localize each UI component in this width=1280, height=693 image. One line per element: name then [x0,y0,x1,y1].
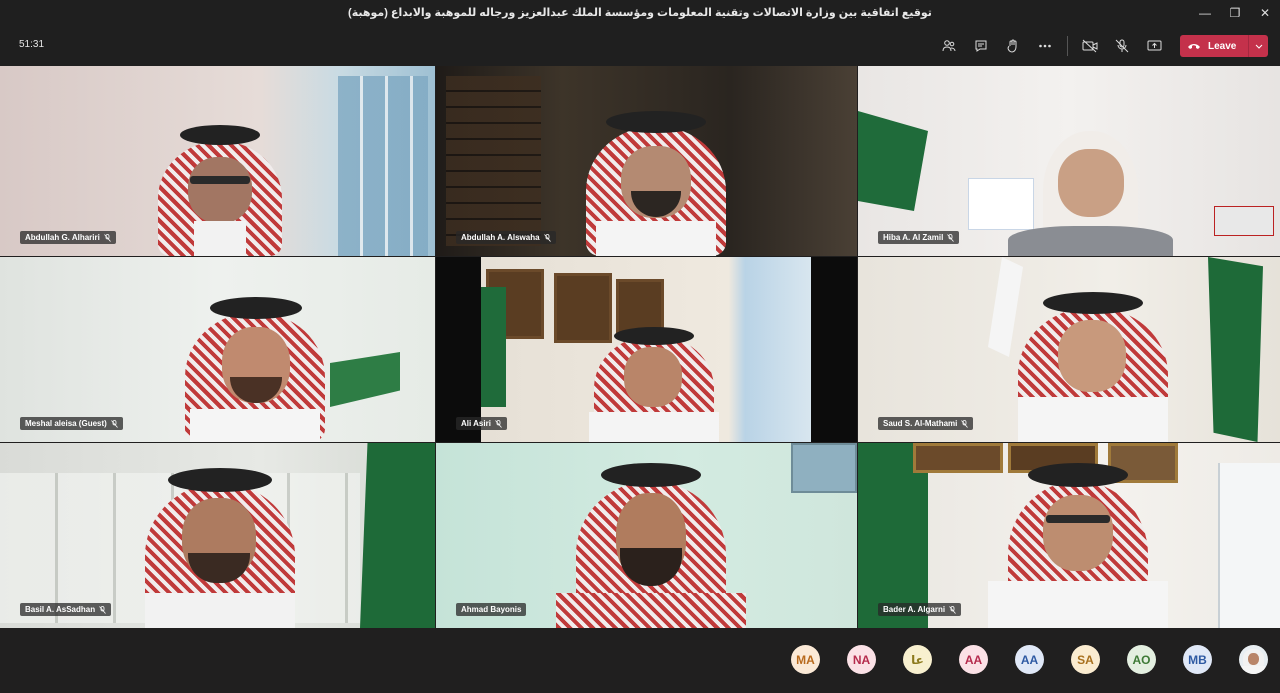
avatar-initials: SA [1077,652,1094,667]
mic-off-icon [104,233,111,242]
participant-name: Meshal aleisa (Guest) [25,419,107,428]
attendee-avatar[interactable]: AA [1015,645,1044,674]
participant-name-tag: Hiba A. Al Zamil [878,231,960,244]
mic-off-icon [1115,39,1129,53]
participant-name: Abdullah G. Alhariri [25,233,100,242]
video-grid: Abdullah G. Alhariri Abdullah A. Alswaha [0,66,1280,628]
participant-name-tag: Saud S. Al-Mathami [878,417,974,430]
share-screen-button[interactable] [1138,33,1170,59]
attendee-avatar[interactable]: AO [1127,645,1156,674]
participant-name: Ahmad Bayonis [461,605,522,614]
participant-name: Bader A. Algarni [883,605,946,614]
participant-name-tag: Meshal aleisa (Guest) [20,417,123,430]
video-tile[interactable]: Ali Asiri [436,257,857,442]
mic-off-icon [543,233,551,242]
hand-icon [1007,39,1017,53]
participant-name: Hiba A. Al Zamil [883,233,944,242]
maximize-icon[interactable]: ❐ [1220,0,1250,25]
window-titlebar: توقيع اتفاقية بين وزارة الاتصالات وتقنية… [0,0,1280,25]
chat-icon [975,40,987,52]
attendee-avatar[interactable]: NA [847,645,876,674]
attendee-avatar[interactable]: MB [1183,645,1212,674]
more-icon [1039,44,1051,48]
camera-off-icon [1082,39,1098,53]
more-actions-button[interactable] [1029,33,1061,59]
minimize-icon[interactable]: — [1190,0,1220,25]
camera-toggle-button[interactable] [1074,33,1106,59]
participant-name-tag: Ahmad Bayonis [456,603,527,616]
video-tile[interactable]: Saud S. Al-Mathami [858,257,1280,442]
attendee-strip: MA NA عا AA AA SA AO MB [0,628,1280,693]
video-tile[interactable]: Hiba A. Al Zamil [858,66,1280,256]
mic-off-icon [947,233,955,242]
mic-off-icon [949,605,956,614]
meeting-timer: 51:31 [19,39,45,50]
attendee-avatar[interactable]: MA [791,645,820,674]
attendee-avatar[interactable]: AA [959,645,988,674]
avatar-initials: MB [1188,652,1207,667]
participant-name: Saud S. Al-Mathami [883,419,958,428]
chat-button[interactable] [965,33,997,59]
video-tile[interactable]: Meshal aleisa (Guest) [0,257,435,442]
participant-name-tag: Bader A. Algarni [878,603,962,616]
video-tile[interactable]: Abdullah A. Alswaha [436,66,857,256]
participant-name-tag: Ali Asiri [456,417,507,430]
attendee-avatar[interactable]: SA [1071,645,1100,674]
participant-name-tag: Abdullah G. Alhariri [20,231,116,244]
participant-name: Abdullah A. Alswaha [461,233,540,242]
share-icon [1147,40,1161,51]
toolbar-divider [1067,36,1068,56]
meeting-toolbar: 51:31 Leave [0,25,1280,66]
avatar-initials: AA [964,652,983,667]
mic-off-icon [99,605,106,614]
leave-button[interactable]: Leave [1180,35,1268,57]
leave-label: Leave [1208,40,1237,52]
mic-toggle-button[interactable] [1106,33,1138,59]
mic-off-icon [495,419,502,428]
attendee-photo-avatar[interactable] [1239,645,1268,674]
video-tile[interactable]: Basil A. AsSadhan [0,443,435,628]
participants-button[interactable] [933,33,965,59]
video-tile[interactable]: Ahmad Bayonis [436,443,857,628]
mic-off-icon [111,419,118,428]
video-tile[interactable]: Abdullah G. Alhariri [0,66,435,256]
avatar-initials: عا [911,652,924,667]
close-icon[interactable]: ✕ [1250,0,1280,25]
avatar-initials: NA [852,652,871,667]
raise-hand-button[interactable] [997,33,1029,59]
video-tile[interactable]: Bader A. Algarni [858,443,1280,628]
participant-name-tag: Basil A. AsSadhan [20,603,112,616]
attendee-avatar[interactable]: عا [903,645,932,674]
window-title: توقيع اتفاقية بين وزارة الاتصالات وتقنية… [348,7,932,19]
chevron-down-icon[interactable] [1248,35,1268,57]
participant-name-tag: Abdullah A. Alswaha [456,231,556,244]
avatar-initials: AA [1020,652,1039,667]
people-icon [942,40,956,52]
mic-off-icon [961,419,969,428]
avatar-initials: MA [796,652,815,667]
participant-name: Ali Asiri [461,419,491,428]
participant-name: Basil A. AsSadhan [25,605,96,614]
avatar-initials: AO [1132,652,1151,667]
phone-hangup-icon [1180,42,1208,50]
